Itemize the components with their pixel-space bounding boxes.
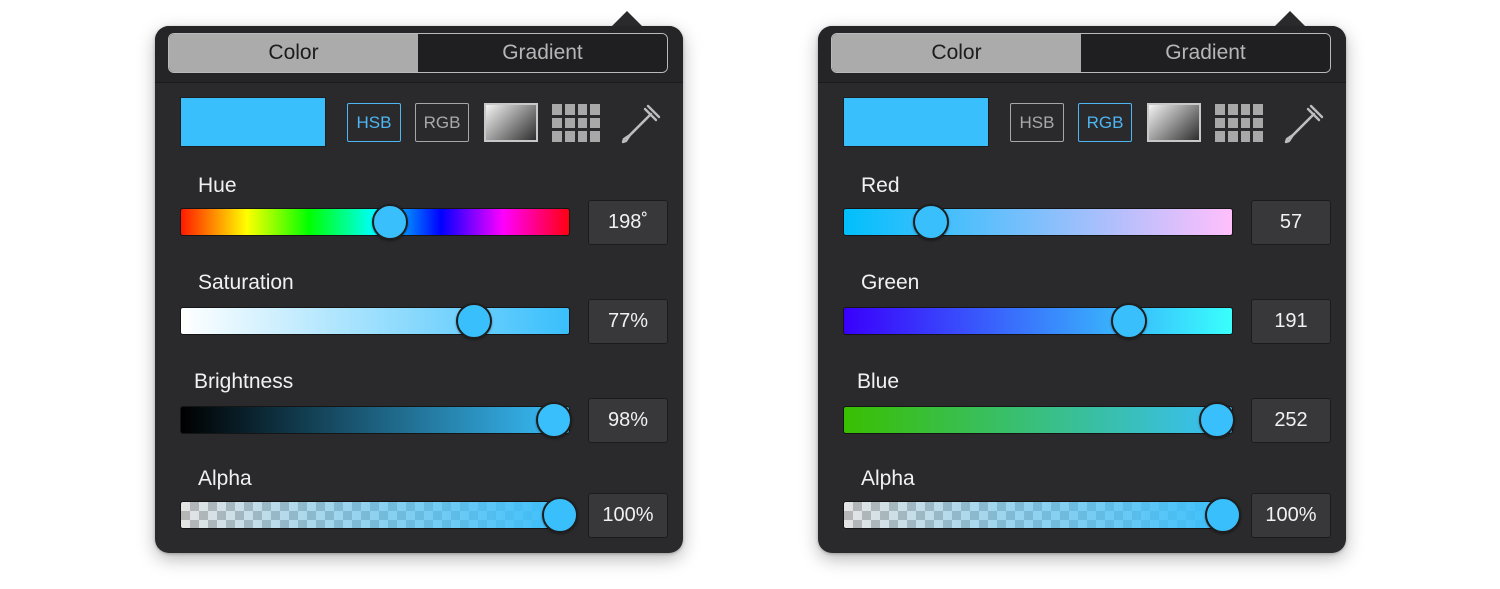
saturation-value-field[interactable]: 77% — [588, 299, 668, 344]
alpha-value-field[interactable]: 100% — [588, 493, 668, 538]
alpha-slider-track[interactable] — [843, 501, 1233, 529]
alpha-slider-track[interactable] — [180, 501, 570, 529]
eyedropper-icon[interactable] — [1281, 101, 1327, 147]
saturation-slider-track[interactable] — [180, 307, 570, 335]
blue-slider-thumb[interactable] — [1199, 402, 1235, 438]
green-label: Green — [861, 271, 920, 294]
green-slider-thumb[interactable] — [1111, 303, 1147, 339]
hsb-mode-button[interactable]: HSB — [347, 103, 401, 142]
popover-caret — [611, 11, 643, 27]
red-label: Red — [861, 174, 900, 197]
eyedropper-icon[interactable] — [618, 101, 664, 147]
alpha-slider-thumb[interactable] — [542, 497, 578, 533]
rgb-mode-button[interactable]: RGB — [1078, 103, 1132, 142]
brightness-slider-track[interactable] — [180, 406, 570, 434]
blue-label: Blue — [857, 370, 900, 393]
swatch-grid-icon[interactable] — [1215, 104, 1263, 142]
alpha-label: Alpha — [198, 467, 252, 490]
tab-gradient[interactable]: Gradient — [418, 34, 667, 72]
red-value-field[interactable]: 57 — [1251, 200, 1331, 245]
hsb-mode-button[interactable]: HSB — [1010, 103, 1064, 142]
current-color-swatch[interactable] — [843, 97, 989, 147]
green-slider-track[interactable] — [843, 307, 1233, 335]
brightness-label: Brightness — [194, 370, 294, 393]
hue-value-field[interactable]: 198˚ — [588, 200, 668, 245]
saturation-label: Saturation — [198, 271, 294, 294]
green-value-field[interactable]: 191 — [1251, 299, 1331, 344]
popover-caret — [1274, 11, 1306, 27]
red-slider-track[interactable] — [843, 208, 1233, 236]
hue-label: Hue — [198, 174, 237, 197]
current-color-swatch[interactable] — [180, 97, 326, 147]
brightness-slider-thumb[interactable] — [536, 402, 572, 438]
tab-color[interactable]: Color — [832, 34, 1081, 72]
alpha-value-field[interactable]: 100% — [1251, 493, 1331, 538]
color-picker-panel-hsb: Color Gradient HSB RGB Hue 198˚ Saturati… — [155, 11, 683, 553]
gradient-preset-icon[interactable] — [484, 103, 538, 142]
tab-color[interactable]: Color — [169, 34, 418, 72]
alpha-slider-thumb[interactable] — [1205, 497, 1241, 533]
red-slider-thumb[interactable] — [913, 204, 949, 240]
hue-slider-thumb[interactable] — [372, 204, 408, 240]
tab-gradient[interactable]: Gradient — [1081, 34, 1330, 72]
mode-segmented-control: Color Gradient — [831, 33, 1331, 73]
alpha-label: Alpha — [861, 467, 915, 490]
brightness-value-field[interactable]: 98% — [588, 398, 668, 443]
gradient-preset-icon[interactable] — [1147, 103, 1201, 142]
saturation-slider-thumb[interactable] — [456, 303, 492, 339]
swatch-grid-icon[interactable] — [552, 104, 600, 142]
rgb-mode-button[interactable]: RGB — [415, 103, 469, 142]
blue-slider-track[interactable] — [843, 406, 1233, 434]
color-picker-panel-rgb: Color Gradient HSB RGB Red 57 Green 191 … — [818, 11, 1346, 553]
blue-value-field[interactable]: 252 — [1251, 398, 1331, 443]
mode-segmented-control: Color Gradient — [168, 33, 668, 73]
